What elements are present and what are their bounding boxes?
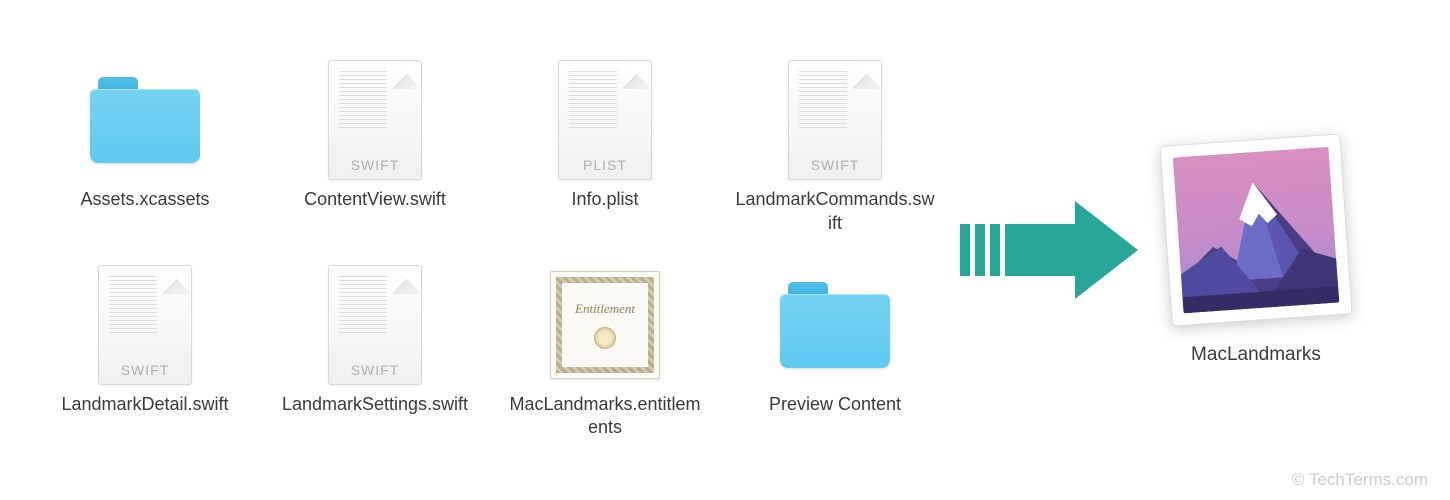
plist-file-icon: PLIST <box>550 60 660 180</box>
app-label: MacLandmarks <box>1191 344 1321 366</box>
built-app[interactable]: MacLandmarks <box>1160 134 1352 366</box>
file-label: LandmarkSettings.swift <box>282 393 468 416</box>
file-item-preview-content-folder[interactable]: Preview Content <box>730 265 940 416</box>
file-label: Preview Content <box>769 393 901 416</box>
file-item-assets-folder[interactable]: Assets.xcassets <box>40 60 250 211</box>
swift-file-icon: SWIFT <box>320 60 430 180</box>
file-item-entitlements[interactable]: Entitlement MacLandmarks.entitlements <box>500 265 710 440</box>
file-label: Info.plist <box>571 188 638 211</box>
build-arrow-icon <box>960 195 1140 305</box>
folder-icon <box>780 265 890 385</box>
arrow-svg <box>960 195 1140 305</box>
file-item-landmarkcommands[interactable]: SWIFT LandmarkCommands.swift <box>730 60 940 235</box>
swift-file-icon: SWIFT <box>90 265 200 385</box>
file-label: LandmarkCommands.swift <box>735 188 935 235</box>
file-label: ContentView.swift <box>304 188 446 211</box>
watermark-text: © TechTerms.com <box>1292 470 1428 490</box>
file-label: Assets.xcassets <box>80 188 209 211</box>
swift-file-icon: SWIFT <box>320 265 430 385</box>
file-label: MacLandmarks.entitlements <box>505 393 705 440</box>
entitlements-icon: Entitlement <box>550 265 660 385</box>
file-item-contentview[interactable]: SWIFT ContentView.swift <box>270 60 480 211</box>
file-item-landmarksettings[interactable]: SWIFT LandmarkSettings.swift <box>270 265 480 416</box>
folder-icon <box>90 60 200 180</box>
swift-file-icon: SWIFT <box>780 60 890 180</box>
file-label: LandmarkDetail.swift <box>61 393 228 416</box>
source-file-grid: Assets.xcassets SWIFT ContentView.swift … <box>40 60 940 440</box>
file-item-landmarkdetail[interactable]: SWIFT LandmarkDetail.swift <box>40 265 250 416</box>
file-item-info-plist[interactable]: PLIST Info.plist <box>500 60 710 211</box>
app-icon <box>1160 134 1352 326</box>
